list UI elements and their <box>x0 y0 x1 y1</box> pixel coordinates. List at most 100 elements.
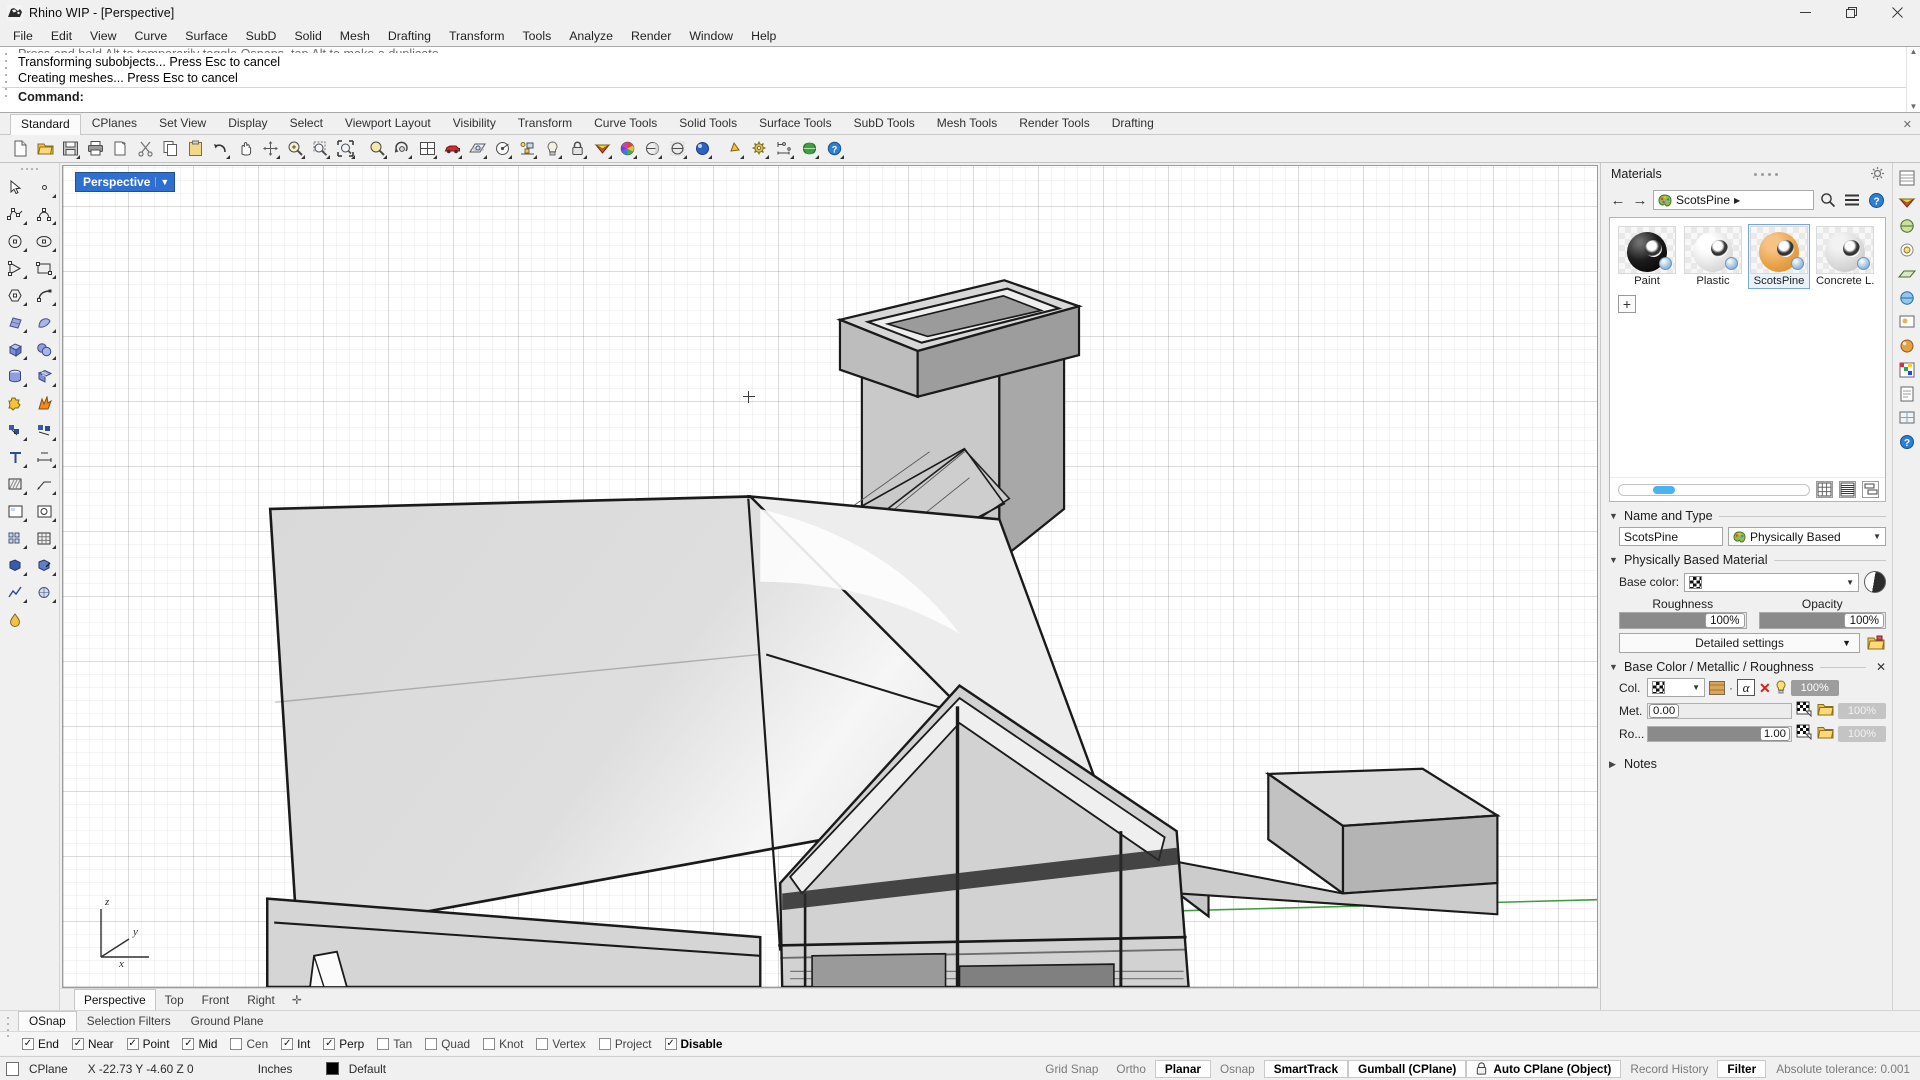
osnap-checkbox-perp[interactable]: ✓ Perp <box>323 1037 364 1051</box>
viewport-tab-front[interactable]: Front <box>193 990 239 1010</box>
status-layer-name[interactable]: Default <box>339 1060 396 1078</box>
material-swatch-selected[interactable]: ScotsPine <box>1748 224 1810 289</box>
checkbox-checked-icon[interactable]: ✓ <box>664 1037 677 1050</box>
arc-icon[interactable] <box>1 255 30 282</box>
toolbar-tab-select[interactable]: Select <box>279 113 334 134</box>
material-swatch[interactable]: Plastic <box>1682 224 1744 289</box>
toolbar-tab-cplanes[interactable]: CPlanes <box>81 113 148 134</box>
toolbar-tab-visibility[interactable]: Visibility <box>442 113 507 134</box>
cplane-icon[interactable] <box>6 1061 19 1076</box>
caret-down-icon[interactable]: ▼ <box>1846 578 1856 587</box>
checkbox-checked-icon[interactable]: ✓ <box>323 1037 336 1050</box>
panel-drag-dots[interactable] <box>1662 172 1870 176</box>
rectangle-icon[interactable] <box>30 255 59 282</box>
material-panel-icon[interactable] <box>1896 335 1918 357</box>
osnap-checkbox-end[interactable]: ✓ End <box>22 1037 59 1051</box>
roughness-texture-value[interactable]: 1.00 <box>1759 726 1790 741</box>
minimize-button[interactable] <box>1782 0 1828 25</box>
command-prompt-label[interactable]: Command: <box>0 88 1920 104</box>
analyze-icon[interactable] <box>1 579 30 606</box>
mesh-from-surface-icon[interactable] <box>1 417 30 444</box>
move-gumball-icon[interactable] <box>258 137 282 161</box>
opacity-slider[interactable]: 100% <box>1758 612 1886 629</box>
osnap-checkbox-near[interactable]: ✓ Near <box>72 1037 114 1051</box>
pan-icon[interactable] <box>233 137 257 161</box>
caret-down-icon[interactable]: ▼ <box>1692 683 1702 692</box>
properties-panel-icon[interactable] <box>1896 167 1918 189</box>
polygon-icon[interactable] <box>1 282 30 309</box>
select-arrow-icon[interactable] <box>1 174 30 201</box>
print-icon[interactable] <box>83 137 107 161</box>
texture-color-combo[interactable]: ▼ <box>1647 678 1705 697</box>
toolbar-close-icon[interactable]: ✕ <box>1903 118 1912 131</box>
light-icon[interactable] <box>540 137 564 161</box>
status-toggle-planar[interactable]: Planar <box>1154 1059 1211 1078</box>
checkbox-unchecked-icon[interactable] <box>483 1037 496 1050</box>
menu-render[interactable]: Render <box>622 26 680 46</box>
osnap-checkbox-disable[interactable]: ✓ Disable <box>664 1037 723 1051</box>
osnap-checkbox-project[interactable]: Project <box>598 1037 652 1051</box>
material-swatch[interactable]: Paint <box>1616 224 1678 289</box>
array-icon[interactable] <box>1 525 30 552</box>
caret-down-icon[interactable]: ▼ <box>1842 638 1851 648</box>
text-icon[interactable] <box>1 444 30 471</box>
menu-subd[interactable]: SubD <box>237 26 286 46</box>
toolbar-tab-mesh-tools[interactable]: Mesh Tools <box>926 113 1008 134</box>
material-swatch-grid[interactable]: Paint Plastic ScotsPine Concrete L. + <box>1609 217 1886 502</box>
globe-icon[interactable] <box>797 137 821 161</box>
boolean-union-icon[interactable] <box>1 390 30 417</box>
environment-panel-icon[interactable] <box>1896 287 1918 309</box>
lock-icon[interactable] <box>565 137 589 161</box>
checkbox-checked-icon[interactable]: ✓ <box>281 1037 294 1050</box>
section-physically-based[interactable]: ▼ Physically Based Material <box>1609 553 1886 567</box>
layer-color-swatch[interactable] <box>325 1062 339 1075</box>
point-icon[interactable] <box>30 174 59 201</box>
osnap-tab-ground-plane[interactable]: Ground Plane <box>181 1012 274 1031</box>
section-base-color-metallic-roughness[interactable]: ▼ Base Color / Metallic / Roughness ✕ <box>1609 660 1886 674</box>
base-color-combo[interactable]: ▼ <box>1684 572 1859 592</box>
status-toggle-osnap[interactable]: Osnap <box>1211 1060 1264 1078</box>
thumbnail-size-slider[interactable] <box>1618 483 1810 496</box>
checkbox-unchecked-icon[interactable] <box>230 1037 243 1050</box>
zoom-extents-icon[interactable] <box>333 137 357 161</box>
add-material-button[interactable]: + <box>1618 295 1636 313</box>
zoom-in-icon[interactable] <box>283 137 307 161</box>
menu-edit[interactable]: Edit <box>42 26 81 46</box>
command-area-grip[interactable] <box>5 53 9 105</box>
menu-file[interactable]: File <box>4 26 42 46</box>
menu-analyze[interactable]: Analyze <box>560 26 622 46</box>
render-mesh-icon[interactable] <box>30 579 59 606</box>
display-panel-icon[interactable] <box>1896 215 1918 237</box>
chevron-right-icon[interactable]: ▶ <box>1609 759 1618 770</box>
menu-curve[interactable]: Curve <box>125 26 176 46</box>
toolbar-tab-set-view[interactable]: Set View <box>148 113 217 134</box>
checkbox-checked-icon[interactable]: ✓ <box>22 1037 34 1050</box>
render-panel-icon[interactable] <box>1896 311 1918 333</box>
curve-icon[interactable] <box>30 201 59 228</box>
status-toggle-grid-snap[interactable]: Grid Snap <box>1036 1060 1107 1078</box>
toolbar-tab-drafting[interactable]: Drafting <box>1101 113 1165 134</box>
copy-to-clipboard-icon[interactable] <box>108 137 132 161</box>
light-panel-icon[interactable] <box>1896 239 1918 261</box>
material-type-combo[interactable]: Physically Based ▼ <box>1728 527 1886 546</box>
four-viewport-icon[interactable] <box>415 137 439 161</box>
arrow-left-icon[interactable]: ← <box>1609 191 1627 209</box>
open-file-icon[interactable] <box>33 137 57 161</box>
open-folder-icon[interactable] <box>1817 702 1834 720</box>
checkbox-checked-icon[interactable]: ✓ <box>72 1037 84 1050</box>
color-wheel-icon[interactable] <box>615 137 639 161</box>
status-units[interactable]: Inches <box>248 1060 326 1078</box>
caret-right-icon[interactable]: ▶ <box>1734 196 1740 205</box>
polyline-icon[interactable] <box>1 201 30 228</box>
leader-icon[interactable] <box>30 471 59 498</box>
detail-view-icon[interactable] <box>1862 481 1879 498</box>
close-button[interactable] <box>1874 0 1920 25</box>
viewport-label[interactable]: Perspective ▼ <box>75 172 176 192</box>
search-icon[interactable] <box>1818 190 1838 210</box>
chevron-down-icon[interactable]: ▼ <box>155 177 172 187</box>
osnap-checkbox-vertex[interactable]: Vertex <box>536 1037 586 1051</box>
explode-icon[interactable] <box>30 390 59 417</box>
toolbar-tab-transform[interactable]: Transform <box>507 113 583 134</box>
cut-icon[interactable] <box>133 137 157 161</box>
zoom-window-icon[interactable] <box>308 137 332 161</box>
